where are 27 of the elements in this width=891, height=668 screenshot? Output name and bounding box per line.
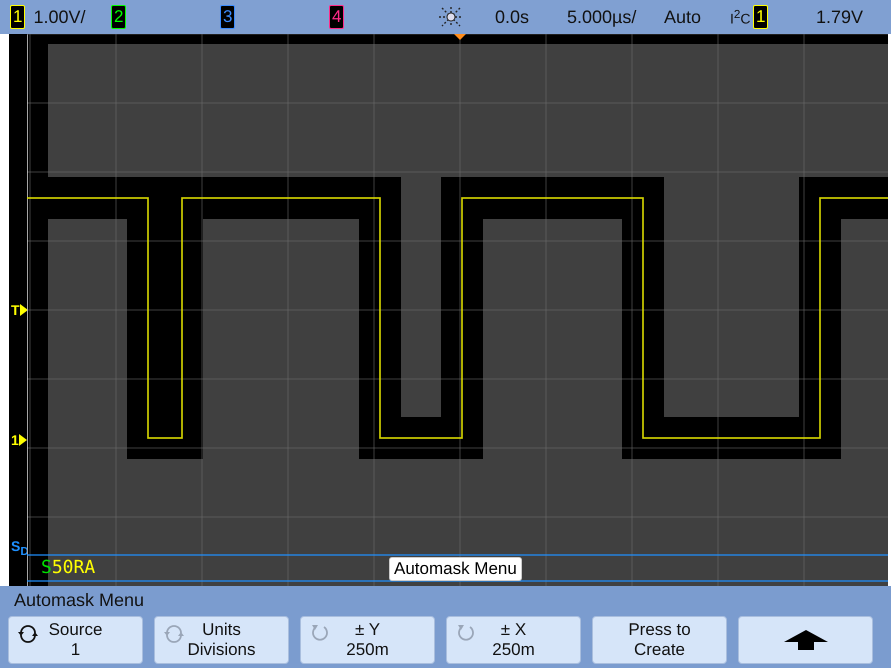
channel-badge[interactable]: 1	[753, 5, 768, 29]
channel-badge[interactable]: 2	[111, 5, 126, 29]
timebase-value: 5.000µs/	[567, 6, 636, 28]
menu-label: Automask Menu	[389, 557, 522, 581]
channel-badge[interactable]: 4	[329, 5, 344, 29]
softkey-button[interactable]	[738, 616, 873, 664]
softkey-button[interactable]: ± X 250m	[446, 616, 581, 664]
marker-label: 1	[11, 432, 19, 448]
softkey-button[interactable]: Units Divisions	[154, 616, 289, 664]
vertical-scale: 1.00V/	[33, 6, 86, 28]
mask-status-text: 50RA	[52, 557, 96, 579]
softkey-button[interactable]: Source 1	[8, 616, 143, 664]
marker-label: T	[11, 302, 20, 318]
trigger-mode: Auto	[664, 6, 702, 28]
softkey-button[interactable]: ± Y 250m	[300, 616, 435, 664]
marker-arrow-icon	[20, 304, 28, 316]
marker-arrow-icon	[18, 434, 27, 446]
mask-status-text: S	[41, 557, 52, 579]
trigger-type: I$^{2}$C	[730, 8, 750, 26]
delay-value: 0.0s	[495, 6, 530, 28]
acquisition-icon	[438, 6, 464, 28]
trigger-level: 1.79V	[816, 6, 864, 28]
up-arrow-icon	[784, 630, 828, 650]
channel-badge[interactable]: 1	[10, 5, 26, 29]
channel-badge[interactable]: 3	[220, 5, 236, 29]
menu-title: Automask Menu	[13, 589, 146, 612]
softkey-button[interactable]: Press to Create	[592, 616, 727, 664]
